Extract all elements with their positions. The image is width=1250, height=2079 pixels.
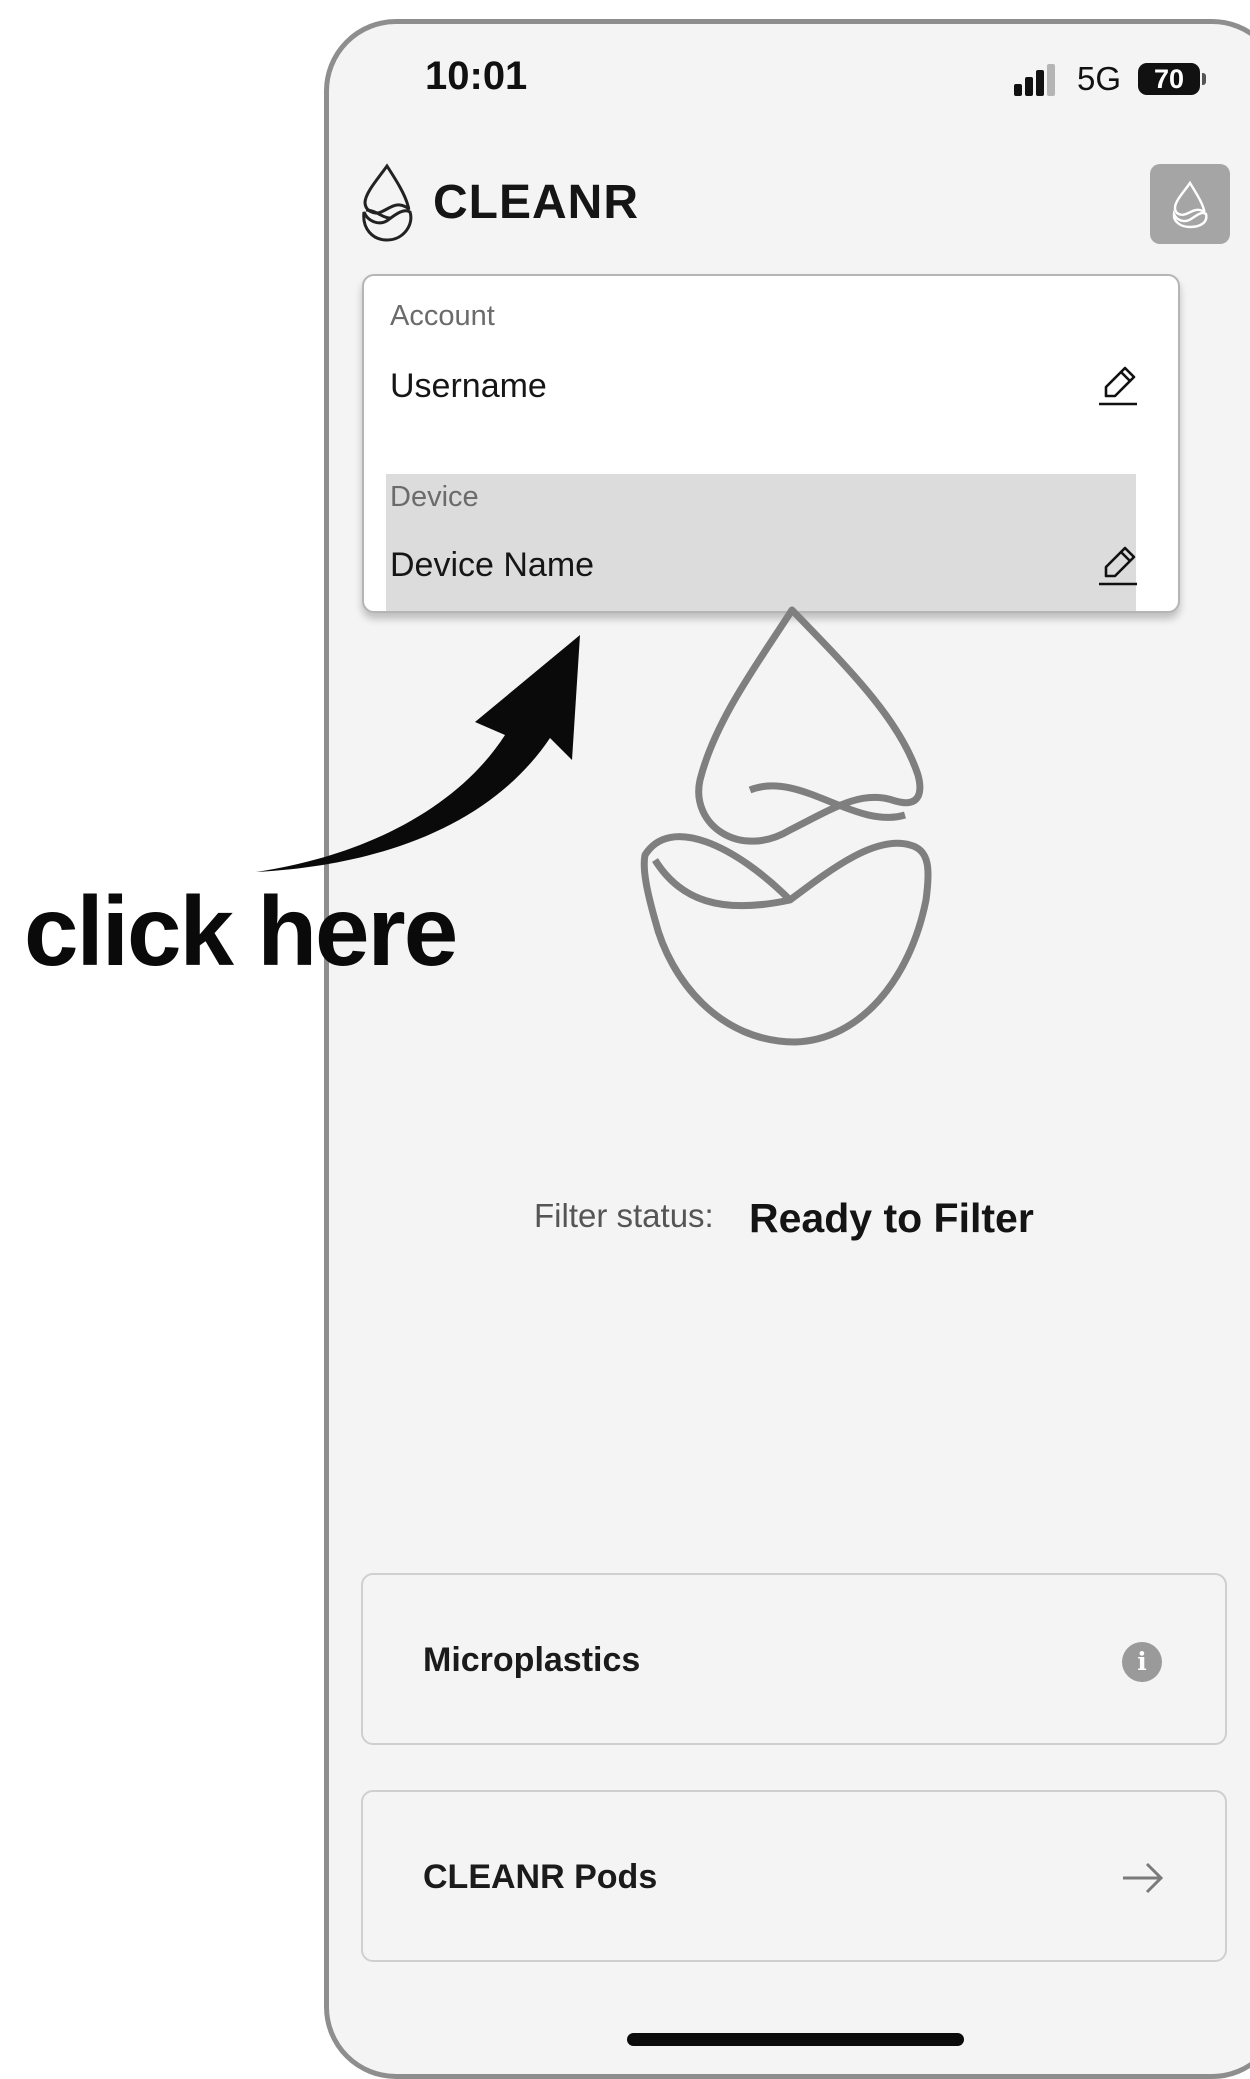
network-type: 5G — [1077, 60, 1122, 97]
cleanr-pods-label: CLEANR Pods — [423, 1858, 658, 1896]
home-indicator[interactable] — [627, 2033, 964, 2046]
filter-status-label: Filter status: — [534, 1197, 714, 1234]
filter-status-value: Ready to Filter — [749, 1195, 1034, 1241]
status-time: 10:01 — [425, 54, 528, 98]
signal-icon — [1014, 64, 1056, 96]
edit-username-icon[interactable] — [1097, 362, 1139, 408]
water-drop-illustration — [640, 606, 932, 1046]
drop-icon — [1172, 180, 1208, 229]
microplastics-card[interactable]: Microplastics i — [361, 1573, 1227, 1745]
device-name-text: Device Name — [390, 546, 595, 584]
profile-dropdown-menu: Account Username Device Device Name — [362, 274, 1180, 613]
click-here-annotation: click here — [24, 876, 458, 986]
edit-device-icon[interactable] — [1097, 542, 1139, 588]
arrow-right-icon[interactable] — [1121, 1860, 1165, 1896]
microplastics-label: Microplastics — [423, 1641, 641, 1679]
profile-button[interactable] — [1150, 164, 1230, 244]
battery-icon: 70 — [1138, 63, 1200, 95]
cleanr-pods-card[interactable]: CLEANR Pods — [361, 1790, 1227, 1962]
battery-level: 70 — [1153, 64, 1185, 94]
annotation-arrow — [256, 635, 580, 872]
info-icon[interactable]: i — [1122, 1642, 1162, 1682]
cleanr-logo-icon — [362, 163, 413, 242]
device-section[interactable] — [386, 474, 1136, 611]
account-section-label: Account — [390, 300, 495, 332]
app-title: CLEANR — [433, 176, 639, 229]
username-text: Username — [390, 367, 547, 405]
battery-cap — [1202, 73, 1206, 85]
device-section-label: Device — [390, 481, 479, 513]
